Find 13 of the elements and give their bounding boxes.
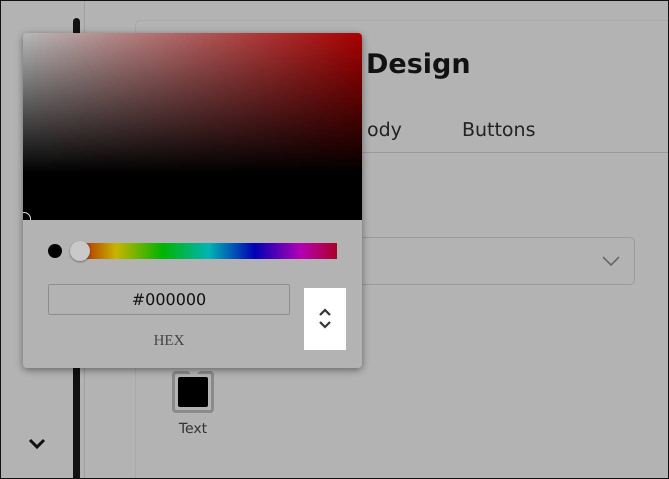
chevron-down-icon bbox=[602, 256, 620, 266]
chevron-down-icon[interactable] bbox=[28, 438, 46, 450]
saturation-area[interactable] bbox=[23, 33, 362, 220]
slider-thumb[interactable] bbox=[70, 241, 90, 261]
color-swatch[interactable] bbox=[172, 371, 214, 413]
format-toggle-button[interactable] bbox=[304, 288, 346, 350]
tab[interactable]: Buttons bbox=[462, 119, 536, 141]
format-label: HEX bbox=[154, 333, 184, 350]
hex-input-field[interactable]: #000000 bbox=[48, 284, 290, 315]
swatch-label: Text bbox=[178, 421, 208, 437]
page-title: Design bbox=[366, 48, 472, 82]
up-down-chevron-icon bbox=[318, 307, 332, 331]
tab[interactable]: ody bbox=[367, 119, 402, 141]
